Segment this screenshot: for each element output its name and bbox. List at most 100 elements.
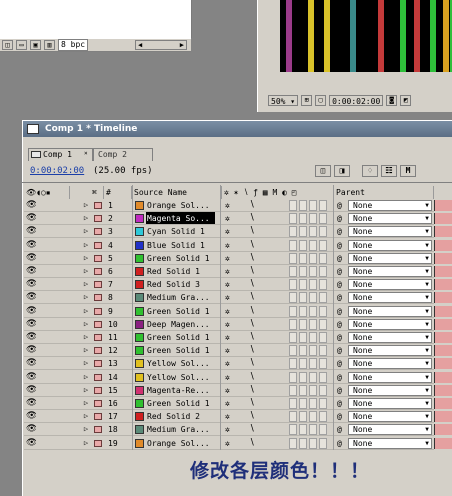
layer-row[interactable]: 👁 ▷ 4 Blue Solid 1 ✲ ∖ @ None ▼ xyxy=(24,239,452,252)
switch-box[interactable] xyxy=(309,358,317,370)
motion-blur-icon[interactable]: M xyxy=(400,165,416,177)
layer-row[interactable]: 👁 ▷ 10 Deep Magen... ✲ ∖ @ None ▼ xyxy=(24,318,452,331)
switch-box[interactable] xyxy=(289,226,297,238)
parent-select[interactable]: None xyxy=(348,345,432,357)
switch-box[interactable] xyxy=(309,226,317,238)
switch-box[interactable] xyxy=(309,292,317,304)
parent-select[interactable]: None xyxy=(348,358,432,370)
label-color-box[interactable] xyxy=(94,254,102,262)
switch-box[interactable] xyxy=(309,437,317,449)
switch-box[interactable] xyxy=(289,332,297,343)
layer-duration-bar[interactable] xyxy=(434,305,452,317)
chevron-down-icon[interactable]: ▼ xyxy=(422,424,432,435)
switch-box[interactable] xyxy=(289,279,297,291)
switch-box[interactable] xyxy=(309,252,317,264)
parent-select[interactable]: None xyxy=(348,226,432,238)
switch-box[interactable] xyxy=(319,266,327,277)
chevron-down-icon[interactable]: ▼ xyxy=(422,253,432,264)
switch-box[interactable] xyxy=(319,292,327,304)
parent-select[interactable]: None xyxy=(348,305,432,317)
switch-box[interactable] xyxy=(289,239,297,251)
switch-box[interactable] xyxy=(309,213,317,225)
switch-box[interactable] xyxy=(289,213,297,225)
switch-box[interactable] xyxy=(289,437,297,449)
switch-box[interactable] xyxy=(309,384,317,396)
parent-select[interactable]: None xyxy=(348,279,432,291)
folder-icon[interactable]: ▭ xyxy=(16,40,27,50)
label-color-box[interactable] xyxy=(94,241,102,249)
chevron-down-icon[interactable]: ▼ xyxy=(422,345,432,356)
chevron-down-icon[interactable]: ▼ xyxy=(422,385,432,396)
switch-box[interactable] xyxy=(319,437,327,449)
label-color-box[interactable] xyxy=(94,386,102,394)
layer-duration-bar[interactable] xyxy=(434,292,452,304)
chevron-down-icon[interactable]: ▼ xyxy=(422,240,432,251)
switch-box[interactable] xyxy=(299,252,307,264)
switch-box[interactable] xyxy=(309,398,317,409)
label-color-box[interactable] xyxy=(94,320,102,328)
switch-box[interactable] xyxy=(289,318,297,330)
switch-box[interactable] xyxy=(289,345,297,357)
switch-box[interactable] xyxy=(289,424,297,436)
switch-box[interactable] xyxy=(319,411,327,423)
layer-row[interactable]: 👁 ▷ 7 Red Solid 3 ✲ ∖ @ None ▼ xyxy=(24,278,452,292)
switch-box[interactable] xyxy=(299,424,307,436)
parent-select[interactable]: None xyxy=(348,239,432,251)
parent-select[interactable]: None xyxy=(348,292,432,304)
layer-duration-bar[interactable] xyxy=(434,252,452,264)
layer-duration-bar[interactable] xyxy=(434,371,452,383)
layer-row[interactable]: 👁 ▷ 19 Orange Sol... ✲ ∖ @ None ▼ xyxy=(24,437,452,450)
switch-box[interactable] xyxy=(319,398,327,409)
layer-row[interactable]: 👁 ▷ 12 Green Solid 1 ✲ ∖ @ None ▼ xyxy=(24,344,452,358)
current-time[interactable]: 0:00:02:00 xyxy=(30,166,84,176)
layer-row[interactable]: 👁 ▷ 16 Green Solid 1 ✲ ∖ @ None ▼ xyxy=(24,397,452,410)
parent-select[interactable]: None xyxy=(348,213,432,225)
label-color-box[interactable] xyxy=(94,215,102,223)
switch-box[interactable] xyxy=(299,332,307,343)
trash-icon[interactable]: ▥ xyxy=(44,40,55,50)
chevron-down-icon[interactable]: ▼ xyxy=(422,332,432,343)
parent-select[interactable]: None xyxy=(348,411,432,423)
layer-row[interactable]: 👁 ▷ 5 Green Solid 1 ✲ ∖ @ None ▼ xyxy=(24,252,452,265)
chevron-down-icon[interactable]: ▼ xyxy=(422,306,432,317)
switch-box[interactable] xyxy=(299,200,307,211)
composition-canvas[interactable] xyxy=(280,0,452,72)
switch-box[interactable] xyxy=(289,411,297,423)
label-color-box[interactable] xyxy=(94,360,102,368)
switch-box[interactable] xyxy=(309,371,317,383)
switch-box[interactable] xyxy=(319,424,327,436)
chevron-down-icon[interactable]: ▼ xyxy=(422,292,432,303)
tab-close-icon[interactable]: × xyxy=(84,151,90,157)
switch-box[interactable] xyxy=(299,279,307,291)
source-name-header[interactable]: Source Name xyxy=(132,186,222,199)
switch-box[interactable] xyxy=(299,371,307,383)
layer-duration-bar[interactable] xyxy=(434,358,452,370)
chevron-down-icon[interactable]: ▼ xyxy=(422,358,432,369)
switch-box[interactable] xyxy=(319,239,327,251)
draft-3d-icon[interactable]: ♢ xyxy=(362,165,378,177)
flowchart-icon[interactable]: ◫ xyxy=(2,40,13,50)
snapshot-icon[interactable]: ◙ xyxy=(386,94,398,106)
layer-row[interactable]: 👁 ▷ 9 Green Solid 1 ✲ ∖ @ None ▼ xyxy=(24,305,452,318)
layer-row[interactable]: 👁 ▷ 6 Red Solid 1 ✲ ∖ @ None ▼ xyxy=(24,265,452,278)
layer-duration-bar[interactable] xyxy=(434,345,452,357)
chevron-down-icon[interactable]: ▼ xyxy=(422,398,432,409)
project-scrollbar[interactable]: ◀ ▶ xyxy=(135,40,187,50)
parent-select[interactable]: None xyxy=(348,437,432,449)
layer-duration-bar[interactable] xyxy=(434,332,452,343)
mask-icon[interactable]: ▢ xyxy=(315,94,327,106)
zoom-select[interactable]: 50% ▾ xyxy=(268,94,299,106)
layer-row[interactable]: 👁 ▷ 8 Medium Gra... ✲ ∖ @ None ▼ xyxy=(24,291,452,305)
layer-row[interactable]: 👁 ▷ 14 Yellow Sol... ✲ ∖ @ None ▼ xyxy=(24,371,452,384)
layer-row[interactable]: 👁 ▷ 1 Orange Sol... ✲ ∖ @ None ▼ xyxy=(24,199,452,212)
switch-box[interactable] xyxy=(319,332,327,343)
switch-box[interactable] xyxy=(299,411,307,423)
switch-box[interactable] xyxy=(319,345,327,357)
chevron-down-icon[interactable]: ▼ xyxy=(422,319,432,330)
scroll-right-icon[interactable]: ▶ xyxy=(180,41,184,49)
scroll-left-icon[interactable]: ◀ xyxy=(138,41,142,49)
label-color-box[interactable] xyxy=(94,281,102,289)
switch-box[interactable] xyxy=(299,437,307,449)
switch-box[interactable] xyxy=(289,398,297,409)
viewer-timecode[interactable]: 0:00:02:00 xyxy=(329,94,384,106)
